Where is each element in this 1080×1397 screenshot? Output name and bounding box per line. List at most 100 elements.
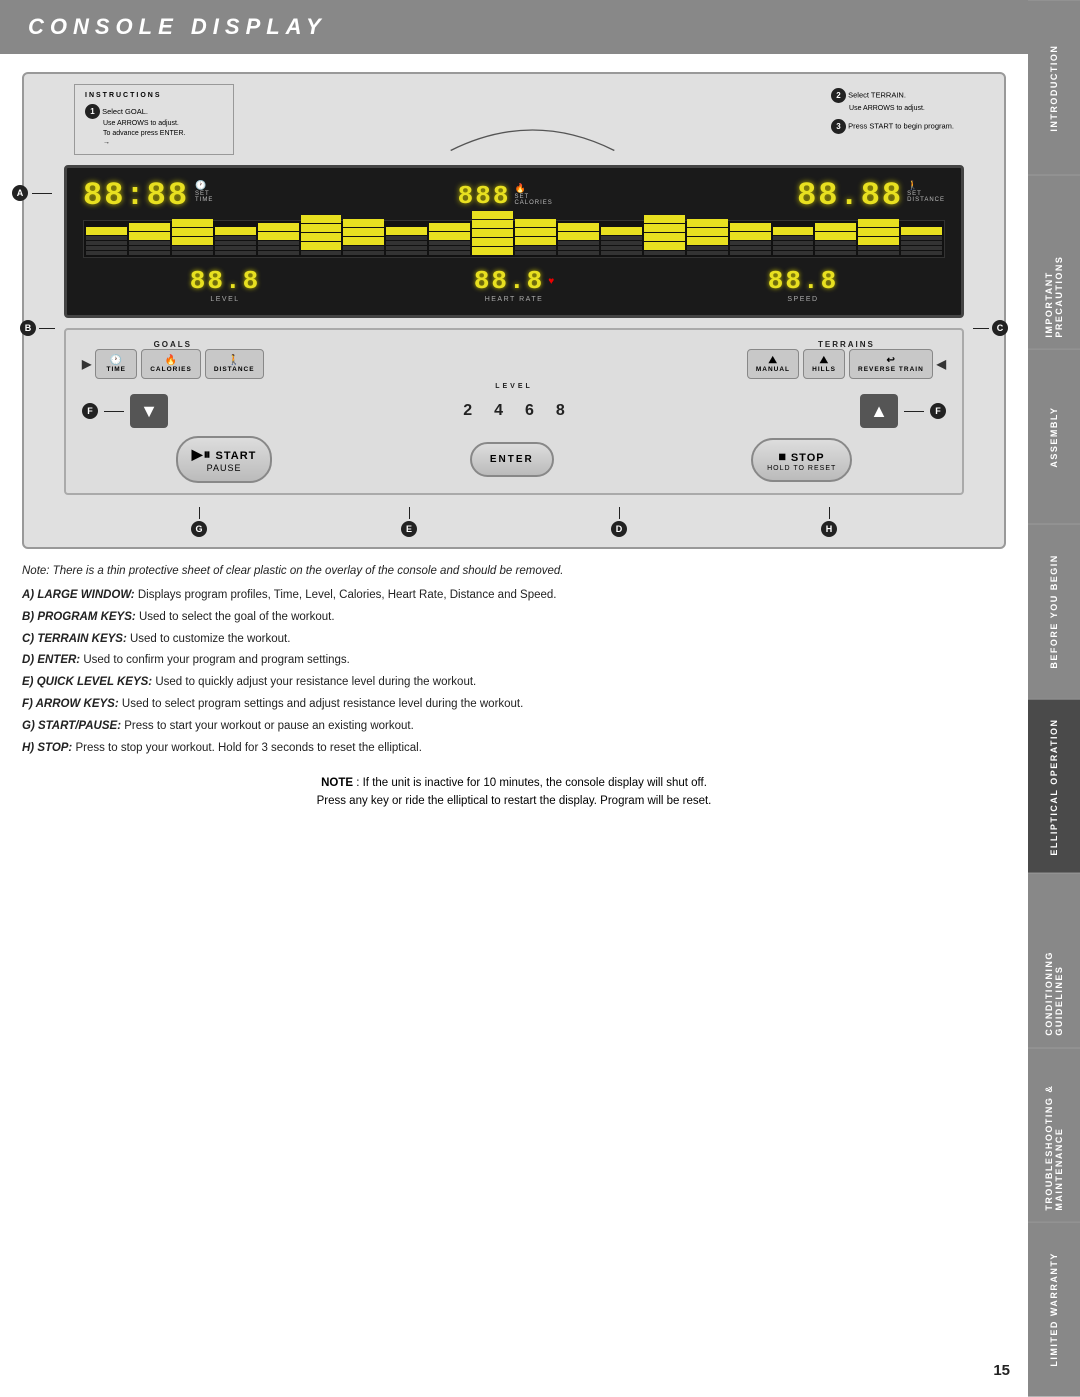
down-arrow-button[interactable]: ▼ xyxy=(130,394,168,428)
sidebar-tab-precautions[interactable]: IMPORTANT PRECAUTIONS xyxy=(1028,175,1080,350)
instr-step1b: Use ARROWS to adjust. xyxy=(85,119,223,129)
console-buttons: GOALS ▶ 🕐 TIME 🔥 CALORIES xyxy=(64,328,964,495)
instr-step1: 1 Select GOAL. xyxy=(85,104,223,119)
distance-button[interactable]: 🚶 DISTANCE xyxy=(205,349,264,379)
sidebar-tab-before[interactable]: BEFORE YOU BEGIN xyxy=(1028,524,1080,699)
callout-b-line xyxy=(39,328,55,329)
bar-col-13 xyxy=(601,227,642,255)
callout-f-right: F xyxy=(930,403,946,419)
manual-button[interactable]: ⛰ MANUAL xyxy=(747,349,799,379)
note-line1: NOTE : If the unit is inactive for 10 mi… xyxy=(22,774,1006,792)
sidebar-tab-troubleshooting[interactable]: TROUBLESHOOTING & MAINTENANCE xyxy=(1028,1048,1080,1223)
time-button[interactable]: 🕐 TIME xyxy=(95,349,137,379)
instructions-right: 2 Select TERRAIN. Use ARROWS to adjust. … xyxy=(831,84,954,155)
stop-btn-wrapper: ⏹ STOP HOLD TO RESET xyxy=(751,438,852,482)
pause-label: PAUSE xyxy=(192,463,257,473)
bar-col-1 xyxy=(86,227,127,255)
terrains-section: TERRAINS ⛰ MANUAL ⛰ HILLS ↩ xyxy=(747,340,946,379)
sidebar-tab-introduction[interactable]: INTRODUCTION xyxy=(1028,0,1080,175)
heart-icon: ♥ xyxy=(548,276,554,287)
callout-h-wrapper: H xyxy=(821,507,837,537)
callout-d-wrapper: D xyxy=(611,507,627,537)
instructions-title: INSTRUCTIONS xyxy=(85,91,223,101)
stop-icon: ⏹ xyxy=(779,448,787,464)
level-num-4[interactable]: 4 xyxy=(494,402,503,420)
bar-col-9 xyxy=(429,223,470,255)
time-labels: 🕐 SET TIME xyxy=(195,180,213,203)
note-section: NOTE : If the unit is inactive for 10 mi… xyxy=(22,774,1006,811)
bottom-level-group: 88.8 LEVEL xyxy=(190,266,260,303)
desc-a: A) LARGE WINDOW: Displays program profil… xyxy=(22,587,1006,605)
bar-col-7 xyxy=(343,219,384,255)
level-numbers: 2 4 6 8 xyxy=(463,402,565,420)
desc-d: D) ENTER: Used to confirm your program a… xyxy=(22,652,1006,670)
hills-btn-label: HILLS xyxy=(812,366,836,373)
sidebar-tab-conditioning[interactable]: CONDITIONING GUIDELINES xyxy=(1028,873,1080,1048)
note-text1: : If the unit is inactive for 10 minutes… xyxy=(356,777,707,789)
instr-num-1: 1 xyxy=(85,104,100,119)
bottom-hr-group: 88.8 ♥ HEART RATE xyxy=(474,266,554,303)
right-arrow-line xyxy=(904,411,924,412)
start-pause-button[interactable]: ▶⏸ START PAUSE xyxy=(176,436,273,483)
time-digit-row: 88:88 🕐 SET TIME xyxy=(83,180,213,212)
console-diagram: INSTRUCTIONS 1 Select GOAL. Use ARROWS t… xyxy=(22,72,1006,549)
calories-digits-display: 888 xyxy=(458,183,511,209)
hills-button[interactable]: ⛰ HILLS xyxy=(803,349,845,379)
bar-col-15 xyxy=(687,219,728,255)
level-num-8[interactable]: 8 xyxy=(556,402,565,420)
hills-icon: ⛰ xyxy=(812,355,836,366)
desc-e: E) QUICK LEVEL KEYS: Used to quickly adj… xyxy=(22,674,1006,692)
bar-col-11 xyxy=(515,219,556,255)
manual-icon: ⛰ xyxy=(756,355,790,366)
level-num-6[interactable]: 6 xyxy=(525,402,534,420)
display-screen: 88:88 🕐 SET TIME xyxy=(64,165,964,318)
desc-b: B) PROGRAM KEYS: Used to select the goal… xyxy=(22,609,1006,627)
right-arrow-wrapper: ▲ F xyxy=(860,394,946,428)
bar-col-5 xyxy=(258,223,299,255)
enter-button[interactable]: ENTER xyxy=(470,442,554,477)
callout-a: A xyxy=(12,185,28,201)
sidebar-tab-assembly[interactable]: ASSEMBLY xyxy=(1028,349,1080,524)
flame-icon: 🔥 xyxy=(514,183,525,194)
goals-buttons: ▶ 🕐 TIME 🔥 CALORIES 🚶 DIST xyxy=(82,349,264,379)
reverse-train-button[interactable]: ↩ REVERSE TRAIN xyxy=(849,349,933,379)
callout-c: C xyxy=(992,320,1008,336)
callout-g-wrapper: G xyxy=(191,507,207,537)
desc-c: C) TERRAIN KEYS: Used to customize the w… xyxy=(22,631,1006,649)
goals-section: GOALS ▶ 🕐 TIME 🔥 CALORIES xyxy=(82,340,264,379)
reverse-btn-label: REVERSE TRAIN xyxy=(858,366,924,373)
stop-button[interactable]: ⏹ STOP HOLD TO RESET xyxy=(751,438,852,482)
calories-digits: 888 xyxy=(458,183,511,209)
desc-h: H) STOP: Press to stop your workout. Hol… xyxy=(22,740,1006,758)
sidebar-tab-operation[interactable]: ELLIPTICAL OPERATION xyxy=(1028,699,1080,874)
callout-e-wrapper: E xyxy=(401,507,417,537)
bar-col-10 xyxy=(472,211,513,255)
bar-col-2 xyxy=(129,223,170,255)
left-arrow-wrapper: F ▼ xyxy=(82,394,168,428)
bar-col-8 xyxy=(386,227,427,255)
bar-col-20 xyxy=(901,227,942,255)
play-pause-icon: ▶⏸ xyxy=(192,446,212,462)
page-header: CONSOLE DISPLAY xyxy=(0,0,1028,54)
start-label: START xyxy=(216,450,257,462)
calories-button[interactable]: 🔥 CALORIES xyxy=(141,349,201,379)
cal-label: CALORIES xyxy=(514,200,552,206)
bar-graph xyxy=(83,220,945,258)
stop-label: STOP xyxy=(791,452,825,464)
goals-title: GOALS xyxy=(154,340,192,349)
level-num-2[interactable]: 2 xyxy=(463,402,472,420)
note-italic: Note: There is a thin protective sheet o… xyxy=(22,563,1006,581)
hold-reset-label: HOLD TO RESET xyxy=(767,465,836,472)
speed-label: SPEED xyxy=(787,296,818,303)
instr-enter-arrow: → xyxy=(85,138,223,148)
bar-col-6 xyxy=(301,215,342,255)
note-bold: NOTE xyxy=(321,777,353,789)
up-arrow-button[interactable]: ▲ xyxy=(860,394,898,428)
display-screen-wrapper: A 88:88 🕐 xyxy=(34,165,994,318)
calories-btn-label: CALORIES xyxy=(150,366,192,373)
calories-labels: 🔥 SET CALORIES xyxy=(514,183,552,206)
instr-num-2: 2 xyxy=(831,88,846,103)
sidebar-tab-warranty[interactable]: LIMITED WARRANTY xyxy=(1028,1222,1080,1397)
left-arrow-line xyxy=(104,411,124,412)
level-label-row: LEVEL xyxy=(82,383,946,390)
